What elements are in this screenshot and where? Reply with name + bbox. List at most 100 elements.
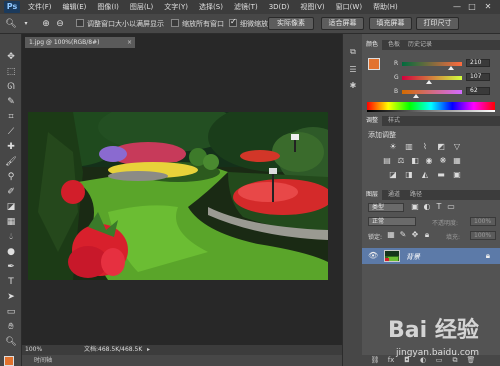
tab-swatches[interactable]: 色板: [384, 40, 404, 50]
lasso-tool-icon[interactable]: ᘏ: [3, 80, 19, 94]
hue-saturation-icon[interactable]: ▤: [382, 156, 392, 166]
menu-view[interactable]: 视图(V): [300, 2, 324, 12]
opacity-field[interactable]: 100%: [470, 217, 496, 226]
restore-button[interactable]: □: [467, 2, 477, 12]
tab-layers[interactable]: 图层: [362, 190, 383, 200]
tab-paths[interactable]: 路径: [406, 190, 426, 200]
eraser-tool-icon[interactable]: ◪: [3, 200, 19, 214]
lock-position-icon[interactable]: ✥: [410, 230, 420, 240]
timeline-panel-tab[interactable]: 时间轴: [22, 355, 342, 366]
brush-tool-icon[interactable]: 🖌︎: [3, 155, 19, 169]
selective-color-icon[interactable]: ▣: [452, 170, 462, 180]
tab-adjustments[interactable]: 调整: [362, 116, 383, 126]
fill-screen-button[interactable]: 填充屏幕: [369, 17, 412, 30]
green-slider[interactable]: [402, 76, 462, 80]
threshold-icon[interactable]: ◭: [420, 170, 430, 180]
history-panel-icon[interactable]: ⧉: [347, 46, 359, 58]
eyedropper-tool-icon[interactable]: ⟋: [3, 125, 19, 139]
zoom-out-icon[interactable]: ⊖: [54, 18, 66, 30]
menu-type[interactable]: 文字(Y): [164, 2, 188, 12]
filter-type-icon[interactable]: T: [434, 202, 444, 212]
scrubby-zoom-checkbox[interactable]: [229, 17, 237, 27]
pen-tool-icon[interactable]: ✒: [3, 260, 19, 274]
green-value-field[interactable]: 107: [466, 73, 490, 81]
fit-screen-button[interactable]: 适合屏幕: [321, 17, 364, 30]
zoom-tool-icon[interactable]: 🔍︎: [3, 335, 19, 349]
color-spectrum-bar[interactable]: [367, 102, 495, 110]
blue-slider[interactable]: [402, 90, 462, 94]
levels-icon[interactable]: ▥: [404, 142, 414, 152]
menu-file[interactable]: 文件(F): [28, 2, 52, 12]
crop-tool-icon[interactable]: ⌗: [3, 110, 19, 124]
dodge-tool-icon[interactable]: ●: [3, 245, 19, 259]
eye-icon[interactable]: 👁︎: [368, 251, 378, 260]
blur-tool-icon[interactable]: 💧︎: [3, 230, 19, 244]
close-tab-icon[interactable]: ×: [127, 37, 132, 48]
actual-pixels-button[interactable]: 实际像素: [268, 17, 314, 30]
grayscale-ramp[interactable]: [367, 110, 495, 112]
quick-select-tool-icon[interactable]: ✎: [3, 95, 19, 109]
fill-field[interactable]: 100%: [470, 231, 496, 240]
blue-slider-thumb[interactable]: [413, 94, 419, 98]
menu-3d[interactable]: 3D(D): [269, 3, 290, 11]
tab-styles[interactable]: 样式: [384, 116, 404, 126]
status-menu-arrow-icon[interactable]: ▸: [147, 345, 150, 355]
zoom-level[interactable]: 100%: [25, 345, 42, 355]
photo-filter-icon[interactable]: ◉: [424, 156, 434, 166]
print-size-button[interactable]: 打印尺寸: [416, 17, 459, 30]
menu-image[interactable]: 图像(I): [97, 2, 119, 12]
menu-select[interactable]: 选择(S): [199, 2, 223, 12]
resize-windows-checkbox[interactable]: [76, 19, 84, 27]
red-value-field[interactable]: 210: [466, 59, 490, 67]
green-slider-thumb[interactable]: [426, 80, 432, 84]
red-slider-thumb[interactable]: [448, 66, 454, 70]
shape-tool-icon[interactable]: ▭: [3, 305, 19, 319]
zoom-in-icon[interactable]: ⊕: [40, 18, 52, 30]
history-brush-tool-icon[interactable]: ✐: [3, 185, 19, 199]
clone-stamp-tool-icon[interactable]: ⚲: [3, 170, 19, 184]
vibrance-icon[interactable]: ▽: [452, 142, 462, 152]
filter-adjustment-icon[interactable]: ◐: [422, 202, 432, 212]
gradient-map-icon[interactable]: ▬: [436, 170, 446, 180]
foreground-color-swatch[interactable]: [4, 356, 14, 366]
tab-history[interactable]: 历史记录: [404, 40, 436, 50]
exposure-icon[interactable]: ◩: [436, 142, 446, 152]
posterize-icon[interactable]: ◨: [404, 170, 414, 180]
lock-all-icon[interactable]: 🔒︎: [422, 230, 432, 240]
hand-tool-icon[interactable]: ✋︎: [3, 320, 19, 334]
link-layers-icon[interactable]: ⛓: [370, 356, 380, 365]
black-white-icon[interactable]: ◧: [410, 156, 420, 166]
move-tool-icon[interactable]: ✥: [3, 50, 19, 64]
zoom-tool-icon[interactable]: 🔍︎: [5, 18, 17, 30]
tab-channels[interactable]: 通道: [384, 190, 404, 200]
tab-color[interactable]: 颜色: [362, 40, 383, 50]
filter-shape-icon[interactable]: ▭: [446, 202, 456, 212]
gradient-tool-icon[interactable]: ▦: [3, 215, 19, 229]
tool-preset-chevron-down-icon[interactable]: ▾: [20, 18, 32, 30]
menu-layer[interactable]: 图层(L): [130, 2, 153, 12]
invert-icon[interactable]: ◪: [388, 170, 398, 180]
brightness-contrast-icon[interactable]: ☀: [388, 142, 398, 152]
properties-panel-icon[interactable]: ☰: [347, 64, 359, 76]
type-tool-icon[interactable]: T: [3, 275, 19, 289]
zoom-all-windows-checkbox[interactable]: [171, 19, 179, 27]
healing-brush-tool-icon[interactable]: ✚: [3, 140, 19, 154]
color-lookup-icon[interactable]: ▦: [452, 156, 462, 166]
layer-filter-kind-select[interactable]: 类型: [368, 203, 404, 212]
channel-mixer-icon[interactable]: ❋: [438, 156, 448, 166]
marquee-tool-icon[interactable]: ⬚: [3, 65, 19, 79]
filter-pixel-icon[interactable]: ▣: [410, 202, 420, 212]
color-panel-foreground-swatch[interactable]: [368, 58, 380, 70]
image-canvas[interactable]: [28, 112, 328, 280]
menu-help[interactable]: 帮助(H): [373, 2, 398, 12]
color-balance-icon[interactable]: ⚖: [396, 156, 406, 166]
minimize-button[interactable]: —: [452, 2, 462, 12]
menu-filter[interactable]: 滤镜(T): [234, 2, 258, 12]
curves-icon[interactable]: ⌇: [420, 142, 430, 152]
brush-presets-icon[interactable]: ✱: [347, 80, 359, 92]
menu-window[interactable]: 窗口(W): [336, 2, 362, 12]
blend-mode-select[interactable]: 正常: [368, 217, 416, 226]
layer-row-background[interactable]: 👁︎ 背景 🔒︎: [362, 248, 500, 264]
lock-image-icon[interactable]: ✎: [398, 230, 408, 240]
lock-transparent-icon[interactable]: ▦: [386, 230, 396, 240]
